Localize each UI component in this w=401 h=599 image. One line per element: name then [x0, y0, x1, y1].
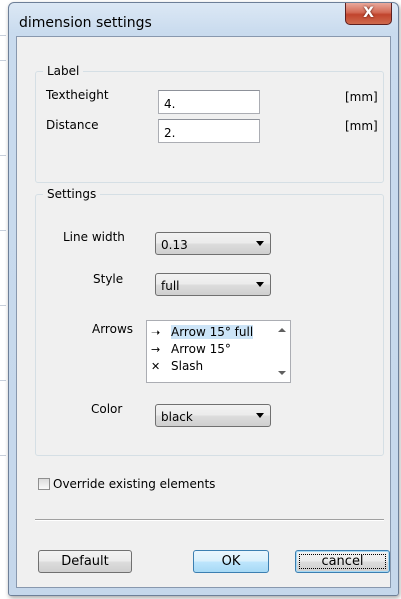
arrow-full-icon: ➝: [151, 326, 161, 339]
scroll-up-icon[interactable]: [278, 328, 286, 332]
style-value: full: [161, 279, 180, 293]
background-tick: [0, 380, 6, 381]
cancel-button[interactable]: cancel: [295, 550, 390, 573]
distance-label: Distance: [46, 118, 99, 132]
label-group: Label Textheight 4. [mm] Distance 2. [mm…: [35, 64, 384, 183]
arrow-option-label: Arrow 15°: [171, 342, 231, 356]
chevron-down-icon: [256, 241, 264, 246]
dialog-client-area: Label Textheight 4. [mm] Distance 2. [mm…: [16, 36, 391, 588]
separator: [35, 519, 384, 521]
textheight-unit: [mm]: [345, 90, 378, 104]
arrow-option[interactable]: → Arrow 15°: [147, 341, 290, 358]
arrow-option[interactable]: ➝ Arrow 15° full: [147, 324, 290, 341]
chevron-down-icon: [256, 282, 264, 287]
label-group-title: Label: [43, 64, 84, 78]
color-select[interactable]: black: [155, 404, 271, 427]
style-select[interactable]: full: [155, 273, 271, 296]
window-title: dimension settings: [19, 15, 152, 31]
distance-unit: [mm]: [345, 119, 378, 133]
override-checkbox[interactable]: [38, 478, 50, 490]
chevron-down-icon: [256, 413, 264, 418]
arrow-option-label: Slash: [171, 359, 204, 373]
color-label: Color: [91, 402, 123, 416]
dialog-window: dimension settings X Label Textheight 4.…: [8, 2, 399, 596]
arrow-option-label: Arrow 15° full: [171, 325, 254, 339]
style-label: Style: [93, 272, 124, 286]
background-tick: [0, 35, 6, 36]
distance-input[interactable]: 2.: [158, 119, 260, 143]
close-icon: X: [363, 5, 374, 21]
focus-ring: [299, 554, 386, 569]
arrows-scrollbar[interactable]: [273, 321, 290, 382]
background-tick: [0, 305, 6, 306]
default-button[interactable]: Default: [38, 550, 132, 573]
background-tick: [0, 455, 6, 456]
settings-group: Settings Line width 0.13 Style full Arro…: [35, 187, 384, 456]
override-checkbox-label[interactable]: Override existing elements: [53, 477, 215, 491]
background-tick: [0, 230, 6, 231]
textheight-label: Textheight: [46, 88, 109, 102]
arrows-listbox[interactable]: ➝ Arrow 15° full → Arrow 15° ✕ Slash: [146, 320, 291, 383]
ok-button[interactable]: OK: [193, 550, 269, 573]
scroll-down-icon[interactable]: [278, 371, 286, 375]
arrow-option[interactable]: ✕ Slash: [147, 358, 290, 375]
arrows-label: Arrows: [92, 322, 134, 336]
background-tick: [0, 155, 6, 156]
slash-icon: ✕: [151, 360, 161, 373]
close-button[interactable]: X: [345, 3, 392, 25]
line-width-label: Line width: [63, 230, 125, 244]
line-width-select[interactable]: 0.13: [155, 232, 271, 255]
textheight-input[interactable]: 4.: [158, 90, 260, 114]
title-bar[interactable]: dimension settings X: [9, 3, 398, 37]
settings-group-title: Settings: [43, 187, 101, 201]
color-value: black: [161, 410, 193, 424]
background-tick: [0, 60, 6, 61]
line-width-value: 0.13: [161, 238, 188, 252]
arrow-open-icon: →: [151, 343, 161, 356]
